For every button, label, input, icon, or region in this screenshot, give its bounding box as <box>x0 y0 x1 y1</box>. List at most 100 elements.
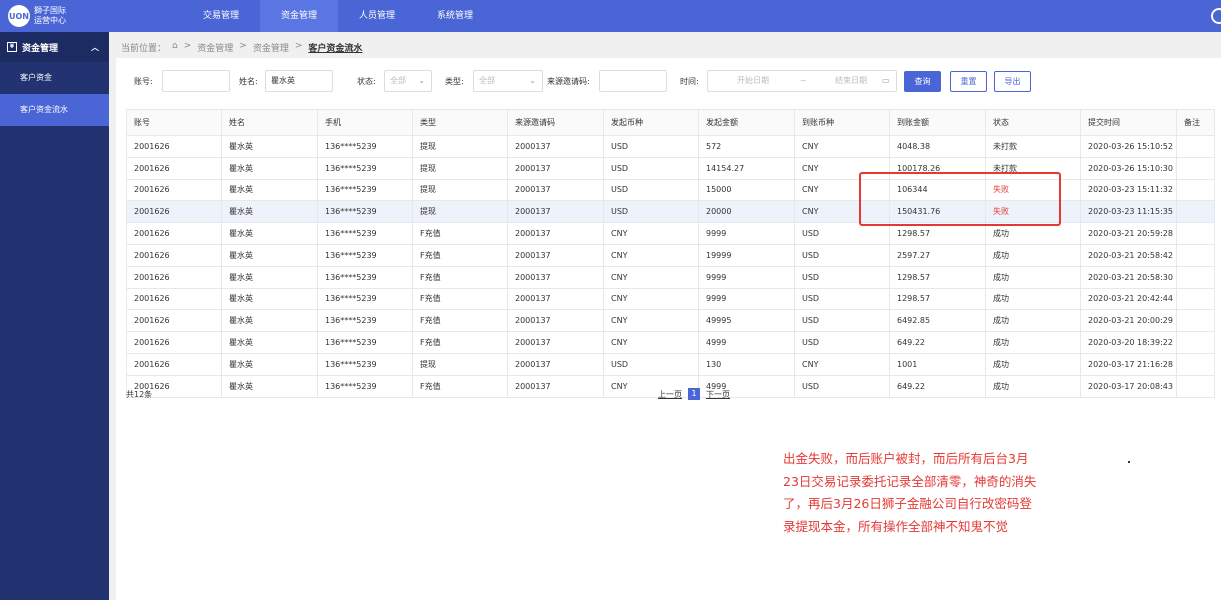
logo[interactable]: UON 獅子国际 运营中心 <box>8 5 66 27</box>
table-cell: 136****5239 <box>317 156 413 180</box>
sidebar-item-customer-funds[interactable]: 客户资金 <box>0 62 109 94</box>
table-cell: 2020-03-23 15:11:32 <box>1080 178 1177 202</box>
column-header: 发起金额 <box>698 109 795 136</box>
nav-funds[interactable]: 资金管理 <box>260 0 338 32</box>
breadcrumb-item[interactable]: 资金管理 <box>197 41 233 54</box>
table-cell <box>1176 200 1215 224</box>
table-cell: 4999 <box>698 331 795 354</box>
fund-flow-table: 账号 姓名 手机 类型 来源邀请码 发起币种 发起金额 到账币种 到账金额 状态 提交时间 备注 20… <box>126 109 1215 398</box>
column-header: 来源邀请码 <box>507 109 604 136</box>
table-row[interactable]: 2001626 瞿水英 136****5239 F充值 2000137 CNY 4999 US… <box>126 331 1215 354</box>
table-cell: CNY <box>603 331 699 354</box>
table-cell: 2000137 <box>507 374 604 398</box>
table-header-row: 账号 姓名 手机 类型 来源邀请码 发起币种 发起金额 到账币种 到账金额 状态 提交时间 备注 <box>126 109 1215 136</box>
table-cell: 136****5239 <box>317 222 413 245</box>
logo-line-1: 獅子国际 <box>34 6 66 15</box>
nav-trade[interactable]: 交易管理 <box>182 0 260 32</box>
account-input[interactable] <box>162 70 230 92</box>
prev-page-link[interactable]: 上一页 <box>658 389 682 400</box>
table-row[interactable]: 2001626 瞿水英 136****5239 F充值 2000137 CNY 9999 US… <box>126 287 1215 311</box>
table-cell: 2020-03-21 20:42:44 <box>1080 287 1177 311</box>
table-row[interactable]: 2001626 瞿水英 136****5239 F充值 2000137 CNY 9999 US… <box>126 265 1215 289</box>
user-icon[interactable] <box>1211 8 1221 24</box>
table-cell <box>1176 222 1215 245</box>
status-label: 状态: <box>357 77 376 86</box>
column-header: 备注 <box>1176 109 1215 136</box>
table-cell: 成功 <box>985 265 1081 289</box>
chevron-up-icon: ︿ <box>91 42 99 52</box>
breadcrumb-item[interactable]: 资金管理 <box>253 41 289 54</box>
table-cell: 2020-03-23 11:15:35 <box>1080 200 1177 224</box>
home-icon[interactable]: ⌂ <box>172 41 178 54</box>
table-cell: CNY <box>603 287 699 311</box>
table-cell <box>1176 156 1215 180</box>
table-cell: 572 <box>698 135 795 158</box>
nav-staff[interactable]: 人员管理 <box>338 0 416 32</box>
start-date: 开始日期 <box>737 76 769 85</box>
sidebar-group-funds[interactable]: ¥ 资金管理 ︿ <box>0 32 109 62</box>
table-cell: 1298.57 <box>889 265 986 289</box>
table-row[interactable]: 2001626 瞿水英 136****5239 F充值 2000137 CNY 19999 U… <box>126 243 1215 267</box>
top-bar: UON 獅子国际 运营中心 交易管理 资金管理 人员管理 系统管理 <box>0 0 1221 32</box>
table-cell <box>1176 309 1215 333</box>
table-cell: 49995 <box>698 309 795 333</box>
sidebar: ¥ 资金管理 ︿ 客户资金 客户资金流水 <box>0 32 109 600</box>
breadcrumb-prefix: 当前位置： <box>121 44 167 54</box>
sidebar-item-customer-fund-flow[interactable]: 客户资金流水 <box>0 94 109 126</box>
table-cell: 2001626 <box>126 135 222 158</box>
name-input[interactable]: 瞿水英 <box>265 70 333 92</box>
total-count: 共12条 <box>126 390 153 399</box>
table-cell: CNY <box>603 265 699 289</box>
breadcrumb-sep: > <box>239 41 247 51</box>
table-cell: 136****5239 <box>317 374 413 398</box>
nav-system[interactable]: 系统管理 <box>416 0 494 32</box>
column-header: 姓名 <box>221 109 318 136</box>
next-page-link[interactable]: 下一页 <box>706 389 730 400</box>
table-cell: F充值 <box>412 331 508 354</box>
table-cell: USD <box>794 265 890 289</box>
table-row[interactable]: 2001626 瞿水英 136****5239 提现 2000137 USD 572 CNY 4… <box>126 135 1215 158</box>
table-cell: 瞿水英 <box>221 243 318 267</box>
table-cell <box>1176 243 1215 267</box>
table-cell: 提现 <box>412 178 508 202</box>
table-cell: 2001626 <box>126 243 222 267</box>
table-cell: 136****5239 <box>317 265 413 289</box>
table-cell: USD <box>794 309 890 333</box>
table-cell: USD <box>794 331 890 354</box>
table-cell: 2000137 <box>507 352 604 376</box>
table-cell: 成功 <box>985 287 1081 311</box>
export-button[interactable]: 导出 <box>994 71 1031 92</box>
table-cell: 2000137 <box>507 331 604 354</box>
account-label: 账号: <box>134 77 153 86</box>
table-cell: F充值 <box>412 222 508 245</box>
table-cell: 成功 <box>985 352 1081 376</box>
column-header: 提交时间 <box>1080 109 1177 136</box>
date-range-picker[interactable]: 开始日期 ~ 结束日期 ▭ <box>707 70 897 92</box>
reset-button[interactable]: 重置 <box>950 71 987 92</box>
column-header: 发起币种 <box>603 109 699 136</box>
column-header: 类型 <box>412 109 508 136</box>
stray-dot <box>1128 461 1130 463</box>
page-number[interactable]: 1 <box>688 388 700 400</box>
table-cell: 2001626 <box>126 178 222 202</box>
table-cell: 成功 <box>985 309 1081 333</box>
invite-input[interactable] <box>599 70 667 92</box>
table-cell: USD <box>603 156 699 180</box>
table-cell: 136****5239 <box>317 309 413 333</box>
table-cell: 2000137 <box>507 287 604 311</box>
type-select[interactable]: 全部 ⌄ <box>473 70 543 92</box>
table-cell: 2000137 <box>507 135 604 158</box>
table-cell: 2020-03-17 20:08:43 <box>1080 374 1177 398</box>
table-cell: 649.22 <box>889 331 986 354</box>
table-cell: CNY <box>603 309 699 333</box>
type-select-value: 全部 <box>479 76 495 85</box>
table-row[interactable]: 2001626 瞿水英 136****5239 提现 2000137 USD 130 CNY 1… <box>126 352 1215 376</box>
table-cell: 瞿水英 <box>221 135 318 158</box>
table-cell: 2001626 <box>126 287 222 311</box>
table-cell: 14154.27 <box>698 156 795 180</box>
table-cell: 2000137 <box>507 200 604 224</box>
logo-line-2: 运营中心 <box>34 16 66 25</box>
search-button[interactable]: 查询 <box>904 71 941 92</box>
table-row[interactable]: 2001626 瞿水英 136****5239 F充值 2000137 CNY 49995 U… <box>126 309 1215 333</box>
status-select[interactable]: 全部 ⌄ <box>384 70 432 92</box>
